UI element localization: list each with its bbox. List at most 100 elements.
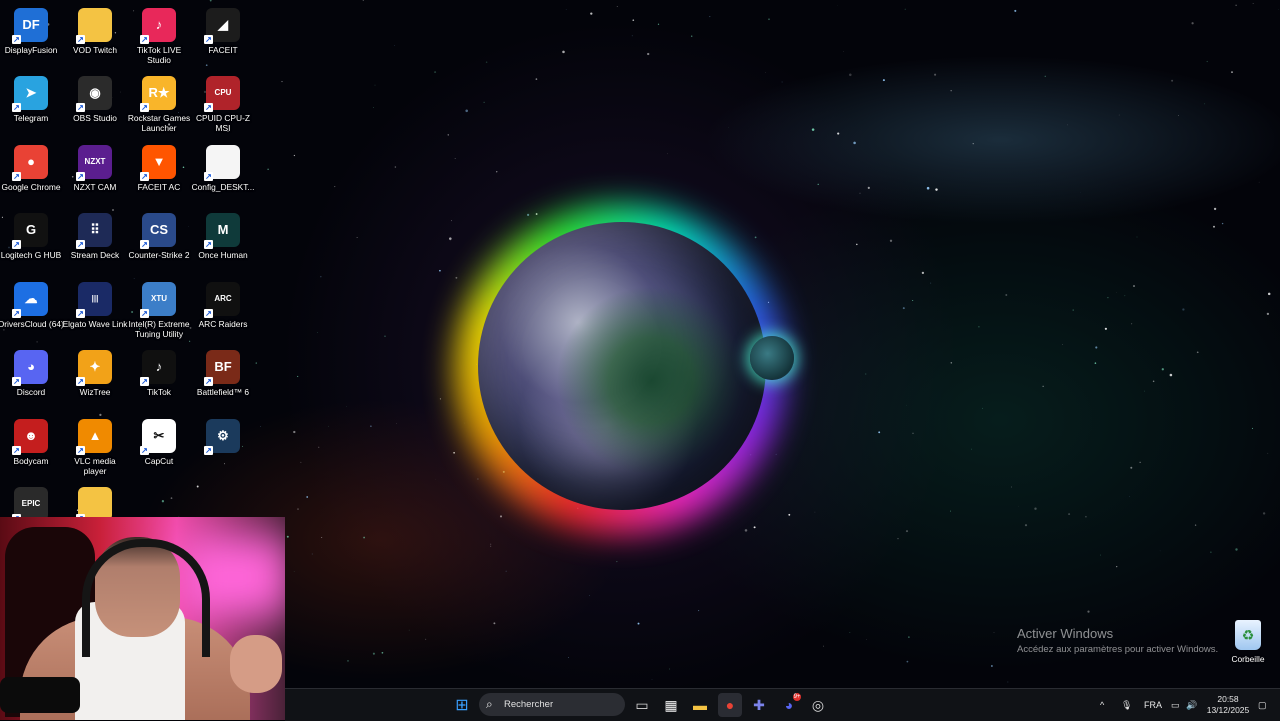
desktop-icon[interactable]: CS↗Counter-Strike 2 xyxy=(126,209,192,279)
desktop-icon[interactable]: ▼↗FACEIT AC xyxy=(126,141,192,211)
star xyxy=(496,171,497,172)
webcam-overlay xyxy=(0,517,285,720)
activate-windows-subtitle: Accédez aux paramètres pour activer Wind… xyxy=(1017,644,1218,655)
desktop-icon-label: WizTree xyxy=(62,387,128,397)
desktop-icon-label: Bodycam xyxy=(0,456,64,466)
desktop-icon[interactable]: M↗Once Human xyxy=(190,209,256,279)
star xyxy=(632,19,634,21)
desktop-icon[interactable]: G↗ Logitech G HUB xyxy=(0,209,64,279)
star xyxy=(455,158,456,159)
file-explorer-button[interactable]: ▬ xyxy=(688,693,712,717)
star xyxy=(1213,226,1215,228)
star xyxy=(658,24,659,25)
star xyxy=(973,143,974,144)
desktop-icon[interactable]: ☻↗ Bodycam xyxy=(0,415,64,485)
star xyxy=(1131,323,1132,324)
star xyxy=(971,449,972,450)
star xyxy=(866,639,867,640)
star xyxy=(1204,103,1205,104)
desktop-icon[interactable]: ☁↗DriversCloud (64) xyxy=(0,278,64,348)
app-taskbar-icon: ◎ xyxy=(812,697,824,713)
star xyxy=(562,51,565,54)
desktop-icon[interactable]: ✦↗WizTree xyxy=(62,346,128,416)
chrome-taskbar-icon: ● xyxy=(726,697,734,713)
desktop-icon[interactable]: ♪↗TikTok xyxy=(126,346,192,416)
desktop-icon[interactable]: ◢↗FACEIT xyxy=(190,4,256,74)
star xyxy=(906,530,908,532)
store-button[interactable]: ▦ xyxy=(659,693,683,717)
star xyxy=(1259,182,1260,183)
once-human-icon: M↗ xyxy=(206,213,240,247)
desktop-icon[interactable]: ✂↗CapCut xyxy=(126,415,192,485)
star xyxy=(589,595,590,596)
desktop-icon[interactable]: BF↗Battlefield™ 6 xyxy=(190,346,256,416)
desktop-icon[interactable]: ◕↗Discord xyxy=(0,346,64,416)
shortcut-arrow-icon: ↗ xyxy=(12,240,21,249)
microphone-icon[interactable]: 🎙 xyxy=(1121,689,1132,721)
desktop-icon[interactable]: ♪↗TikTok LIVE Studio xyxy=(126,4,192,74)
desktop-icon[interactable]: R★↗Rockstar Games Launcher xyxy=(126,72,192,142)
bodycam-icon: ☻↗ xyxy=(14,419,48,453)
shortcut-arrow-icon: ↗ xyxy=(204,309,213,318)
desktop-icon[interactable]: ⚙↗ xyxy=(190,415,256,485)
desktop-icon[interactable]: ↗Config_DESKT... xyxy=(190,141,256,211)
desktop-icon[interactable]: |||↗Elgato Wave Link xyxy=(62,278,128,348)
star xyxy=(1195,524,1196,525)
star xyxy=(912,300,913,301)
language-indicator[interactable]: FRA xyxy=(1144,689,1162,721)
star xyxy=(287,536,289,538)
star xyxy=(951,362,953,364)
star xyxy=(527,214,529,216)
desktop-icon[interactable]: ↗VOD Twitch xyxy=(62,4,128,74)
desktop-icon[interactable]: XTU↗Intel(R) Extreme Tuning Utility xyxy=(126,278,192,348)
teams-taskbar-button[interactable]: ✚ xyxy=(747,693,771,717)
desktop-icon[interactable]: ▲↗VLC media player xyxy=(62,415,128,485)
logitech-icon: G↗ xyxy=(14,213,48,247)
desktop-icon[interactable]: ⠿↗Stream Deck xyxy=(62,209,128,279)
activate-windows-title: Activer Windows xyxy=(1017,626,1218,641)
start-button[interactable]: ⊞ xyxy=(450,693,474,717)
notification-icon[interactable]: ▢ xyxy=(1258,689,1267,721)
store-icon: ▦ xyxy=(664,697,677,713)
desktop-icon[interactable]: ◉↗OBS Studio xyxy=(62,72,128,142)
star xyxy=(883,79,885,81)
star xyxy=(1087,611,1089,613)
star xyxy=(1263,512,1265,514)
desktop-icon[interactable]: ●↗Google Chrome xyxy=(0,141,64,211)
star xyxy=(982,408,983,409)
star xyxy=(755,237,757,239)
volume-icon[interactable]: 🔊 xyxy=(1186,689,1197,721)
clock-date: 13/12/2025 xyxy=(1202,705,1254,716)
desktop-icon[interactable]: ARC↗ARC Raiders xyxy=(190,278,256,348)
star xyxy=(1170,374,1173,377)
star xyxy=(1068,513,1070,515)
taskbar-search-box[interactable]: ⌕ Rechercher xyxy=(479,693,625,716)
chrome-taskbar-button[interactable]: ● xyxy=(718,693,742,717)
activate-windows-watermark: Activer Windows Accédez aux paramètres p… xyxy=(1017,626,1218,655)
recycle-bin[interactable]: ♻ Corbeille xyxy=(1226,620,1270,664)
desktop-icon-label: Logitech G HUB xyxy=(0,250,64,260)
star xyxy=(363,0,364,1)
task-view-button[interactable]: ▭ xyxy=(630,693,654,717)
star xyxy=(320,276,322,278)
star xyxy=(812,128,815,131)
star xyxy=(1067,125,1068,126)
app-taskbar-button[interactable]: ◎ xyxy=(806,693,830,717)
star xyxy=(1062,344,1063,345)
star xyxy=(768,18,770,20)
desktop-icon[interactable]: NZXT↗NZXT CAM xyxy=(62,141,128,211)
epic-games-icon: EPIC↗ xyxy=(14,487,48,521)
desktop-icon[interactable]: ➤↗Telegram xyxy=(0,72,64,142)
discord-taskbar-button[interactable]: ◕9+ xyxy=(777,693,801,717)
desktop-icon[interactable]: CPU↗CPUID CPU-Z MSI xyxy=(190,72,256,142)
taskbar-clock[interactable]: 20:58 13/12/2025 xyxy=(1202,694,1254,716)
desktop-icon-label: Config_DESKT... xyxy=(190,182,256,192)
star xyxy=(394,45,395,46)
star xyxy=(440,398,441,399)
star xyxy=(171,497,173,499)
show-hidden-icons-chevron-icon[interactable]: ^ xyxy=(1100,689,1104,721)
star xyxy=(860,193,861,194)
network-icon[interactable]: ▭ xyxy=(1171,689,1180,721)
desktop-icon[interactable]: DF↗DisplayFusion xyxy=(0,4,64,74)
star xyxy=(1100,555,1101,556)
